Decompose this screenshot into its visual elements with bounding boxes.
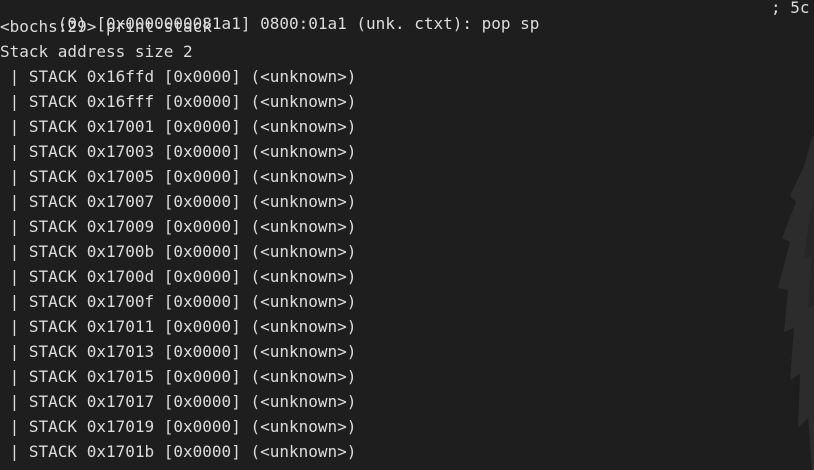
disasm-comment: ; 5c [771, 0, 810, 17]
stack-row: | STACK 0x17019 [0x0000] (<unknown>) [0, 417, 357, 436]
stack-row: | STACK 0x1700f [0x0000] (<unknown>) [0, 292, 357, 311]
stack-row: | STACK 0x17001 [0x0000] (<unknown>) [0, 117, 357, 136]
stack-row: | STACK 0x17005 [0x0000] (<unknown>) [0, 167, 357, 186]
stack-row: | STACK 0x1700d [0x0000] (<unknown>) [0, 267, 357, 286]
stack-row: | STACK 0x1700b [0x0000] (<unknown>) [0, 242, 357, 261]
stack-row: | STACK 0x17007 [0x0000] (<unknown>) [0, 192, 357, 211]
terminal-window[interactable]: (0) [0x0000000081a1] 0800:01a1 (unk. ctx… [0, 0, 814, 470]
stack-row: | STACK 0x1701b [0x0000] (<unknown>) [0, 442, 357, 461]
stack-row: | STACK 0x17003 [0x0000] (<unknown>) [0, 142, 357, 161]
stack-row: | STACK 0x16ffd [0x0000] (<unknown>) [0, 67, 357, 86]
stack-row: | STACK 0x17011 [0x0000] (<unknown>) [0, 317, 357, 336]
stack-row: | STACK 0x17013 [0x0000] (<unknown>) [0, 342, 357, 361]
stack-row: | STACK 0x17017 [0x0000] (<unknown>) [0, 392, 357, 411]
command-prompt-line: <bochs:29> print-stack [0, 17, 212, 36]
terminal-output: (0) [0x0000000081a1] 0800:01a1 (unk. ctx… [0, 0, 814, 469]
stack-row: | STACK 0x17015 [0x0000] (<unknown>) [0, 367, 357, 386]
stack-row: | STACK 0x16fff [0x0000] (<unknown>) [0, 92, 357, 111]
stack-header: Stack address size 2 [0, 42, 193, 61]
stack-row: | STACK 0x17009 [0x0000] (<unknown>) [0, 217, 357, 236]
